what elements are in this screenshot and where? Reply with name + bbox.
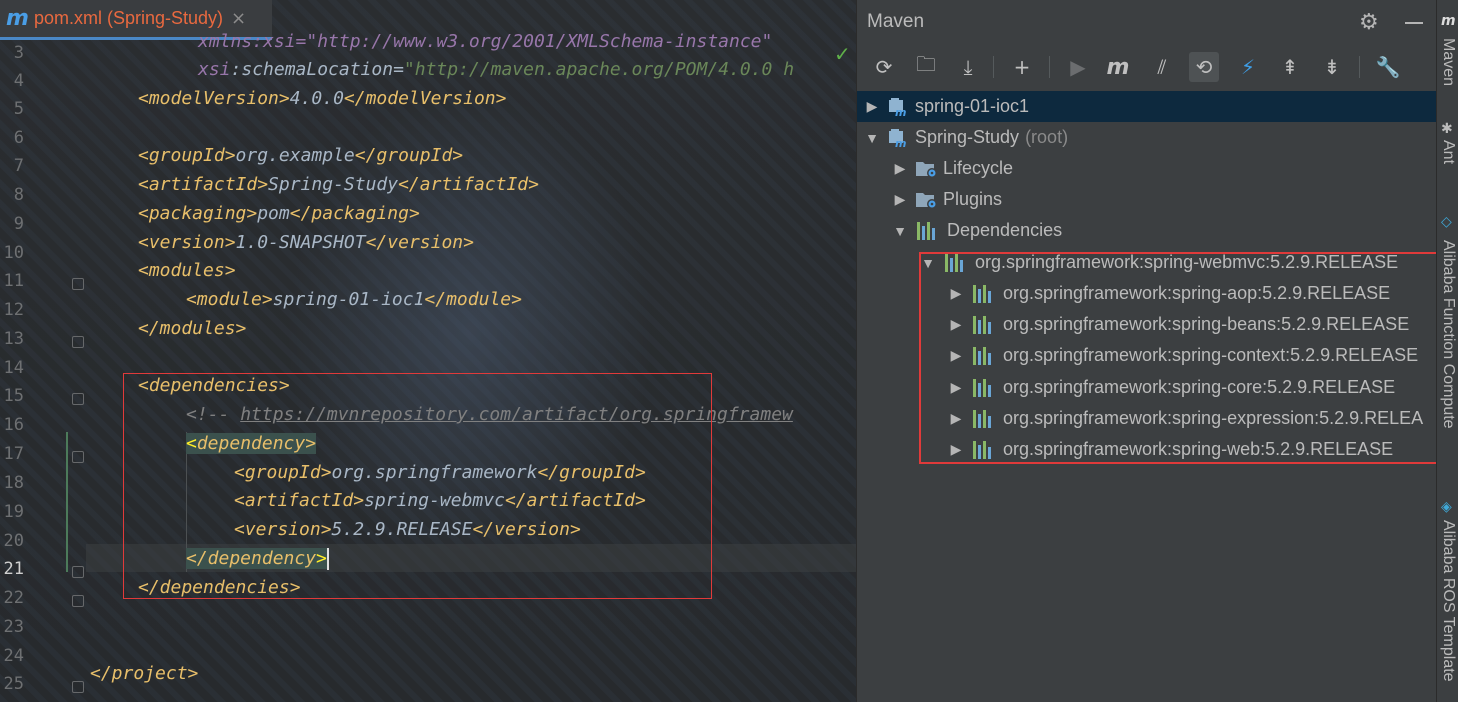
maven-header: Maven bbox=[857, 0, 1437, 44]
tree-node-label: Dependencies bbox=[947, 220, 1063, 240]
dependencies-icon bbox=[917, 221, 941, 240]
module-icon: m bbox=[887, 128, 911, 150]
maven-title: Maven bbox=[867, 11, 925, 32]
code-token: </project> bbox=[90, 663, 199, 684]
skip-tests-icon[interactable]: ⟲ bbox=[1189, 52, 1219, 82]
expand-arrow-icon[interactable]: ▶ bbox=[863, 98, 881, 115]
ant-icon: ✱ bbox=[1441, 121, 1453, 137]
code-token: Spring-Study bbox=[268, 174, 399, 195]
side-tab-alibaba-function-compute[interactable]: Alibaba Function Compute bbox=[1439, 240, 1457, 429]
code-token: <artifactId> bbox=[138, 174, 269, 195]
code-token: xsi bbox=[198, 59, 231, 80]
svg-text:m: m bbox=[895, 137, 906, 148]
show-deps-icon[interactable]: ⚡ bbox=[1233, 52, 1263, 82]
annotation-box bbox=[123, 373, 712, 599]
code-line-3: xmlns:xsi="http://www.w3.org/2001/XMLSch… bbox=[198, 30, 772, 54]
code-token: <modelVersion> bbox=[138, 88, 290, 109]
run-icon[interactable]: ▶ bbox=[1063, 52, 1093, 82]
code-line-9: <packaging>pom</packaging> bbox=[138, 202, 420, 226]
toggle-offline-icon[interactable]: ⫽ bbox=[1147, 52, 1177, 82]
annotation-box bbox=[919, 252, 1444, 464]
expand-all-icon[interactable]: ⇞ bbox=[1275, 52, 1305, 82]
side-tab-maven[interactable]: Maven bbox=[1439, 38, 1457, 86]
maven-goal-icon[interactable]: m bbox=[1103, 52, 1133, 82]
download-icon[interactable]: ⤓ bbox=[953, 52, 983, 82]
code-token: </artifactId> bbox=[398, 174, 539, 195]
code-token: 4.0.0 bbox=[289, 88, 344, 109]
tree-node[interactable]: ▼ m Spring-Study (root) bbox=[857, 122, 1437, 153]
code-token: "http://maven.apache.org/POM/4.0.0 h bbox=[403, 59, 795, 80]
code-token: <packaging> bbox=[138, 203, 258, 224]
code-token: = bbox=[393, 59, 404, 80]
code-token: </modules> bbox=[138, 318, 247, 339]
code-line-5: <modelVersion>4.0.0</modelVersion> bbox=[138, 87, 506, 111]
code-token: </modelVersion> bbox=[343, 88, 507, 109]
code-token: </groupId> bbox=[354, 145, 464, 166]
plugins-folder-icon bbox=[915, 190, 939, 210]
code-token: <modules> bbox=[138, 260, 236, 281]
lifecycle-folder-icon bbox=[915, 159, 939, 179]
code-line-4: xsi:schemaLocation="http://maven.apache.… bbox=[198, 58, 794, 82]
tree-node-label: spring-01-ioc1 bbox=[915, 96, 1030, 116]
settings-wrench-icon[interactable]: 🔧 bbox=[1373, 52, 1403, 82]
tree-node-label: Spring-Study bbox=[915, 127, 1020, 147]
code-line-8: <artifactId>Spring-Study</artifactId> bbox=[138, 173, 539, 197]
right-tool-strip: m Maven ✱ Ant ◇ Alibaba Function Compute ◈ Alib… bbox=[1436, 0, 1458, 702]
code-line-13: </modules> bbox=[138, 317, 246, 341]
code-token: org.example bbox=[235, 145, 355, 166]
tree-node-label: Lifecycle bbox=[943, 158, 1014, 178]
collapse-arrow-icon[interactable]: ▼ bbox=[863, 130, 881, 146]
toolbar-separator bbox=[1359, 56, 1360, 78]
code-token: <groupId> bbox=[138, 145, 236, 166]
tree-node[interactable]: ▼ Dependencies bbox=[857, 215, 1437, 246]
side-tab-alibaba-ros-template[interactable]: Alibaba ROS Template bbox=[1439, 520, 1457, 682]
side-tab-ant[interactable]: Ant bbox=[1439, 140, 1457, 164]
code-token: :schemaLocation bbox=[230, 59, 394, 80]
maven-m-icon: m bbox=[1441, 13, 1456, 29]
code-token: <version> bbox=[138, 232, 236, 253]
gear-icon[interactable]: ⚙ bbox=[1359, 10, 1379, 35]
tree-node-suffix: (root) bbox=[1025, 127, 1069, 147]
expand-arrow-icon[interactable]: ▶ bbox=[891, 160, 909, 177]
collapse-arrow-icon[interactable]: ▼ bbox=[891, 223, 909, 239]
module-icon: m bbox=[887, 97, 911, 119]
maven-tool-window: Maven ⚙ ⟳ 🗀 ⤓ + ▶ m ⫽ ⟲ ⚡ ⇞ ⇟ 🔧 ▶ m spring-01-ioc1 ▼ m S… bbox=[856, 0, 1444, 702]
code-token: </packaging> bbox=[289, 203, 420, 224]
minimize-icon[interactable] bbox=[1405, 22, 1423, 24]
code-token: pom bbox=[257, 203, 290, 224]
code-token: <module> bbox=[186, 289, 273, 310]
code-token: </module> bbox=[424, 289, 522, 310]
code-token: spring-01-ioc1 bbox=[272, 289, 425, 310]
code-token: </version> bbox=[365, 232, 474, 253]
code-token: xmlns:xsi="http://www.w3.org/2001/XMLSch… bbox=[198, 31, 773, 52]
tree-node[interactable]: ▶ Plugins bbox=[857, 184, 1437, 215]
code-token: 1.0-SNAPSHOT bbox=[235, 232, 366, 253]
tree-node-label: Plugins bbox=[943, 189, 1003, 209]
code-line-12: <module>spring-01-ioc1</module> bbox=[186, 288, 522, 312]
toolbar-separator bbox=[993, 56, 994, 78]
code-line-7: <groupId>org.example</groupId> bbox=[138, 144, 463, 168]
add-folder-icon[interactable]: 🗀 bbox=[911, 52, 941, 82]
code-line-25: </project> bbox=[90, 662, 198, 686]
code-line-10: <version>1.0-SNAPSHOT</version> bbox=[138, 231, 474, 255]
tree-node[interactable]: ▶ Lifecycle bbox=[857, 153, 1437, 184]
alibaba-fc-icon: ◇ bbox=[1441, 214, 1452, 230]
alibaba-ros-icon: ◈ bbox=[1441, 499, 1452, 515]
check-icon: ✓ bbox=[834, 42, 851, 66]
code-editor[interactable]: m pom.xml (Spring-Study) × 3 4 5 6 7 8 9 10 11 12… bbox=[0, 0, 856, 702]
collapse-all-icon[interactable]: ⇟ bbox=[1317, 52, 1347, 82]
code-line-11: <modules> bbox=[138, 259, 236, 283]
svg-text:m: m bbox=[895, 106, 906, 117]
reload-icon[interactable]: ⟳ bbox=[869, 52, 899, 82]
tree-node[interactable]: ▶ m spring-01-ioc1 bbox=[857, 91, 1437, 122]
add-icon[interactable]: + bbox=[1007, 52, 1037, 82]
maven-toolbar: ⟳ 🗀 ⤓ + ▶ m ⫽ ⟲ ⚡ ⇞ ⇟ 🔧 bbox=[857, 44, 1437, 88]
toolbar-separator bbox=[1049, 56, 1050, 78]
expand-arrow-icon[interactable]: ▶ bbox=[891, 191, 909, 208]
